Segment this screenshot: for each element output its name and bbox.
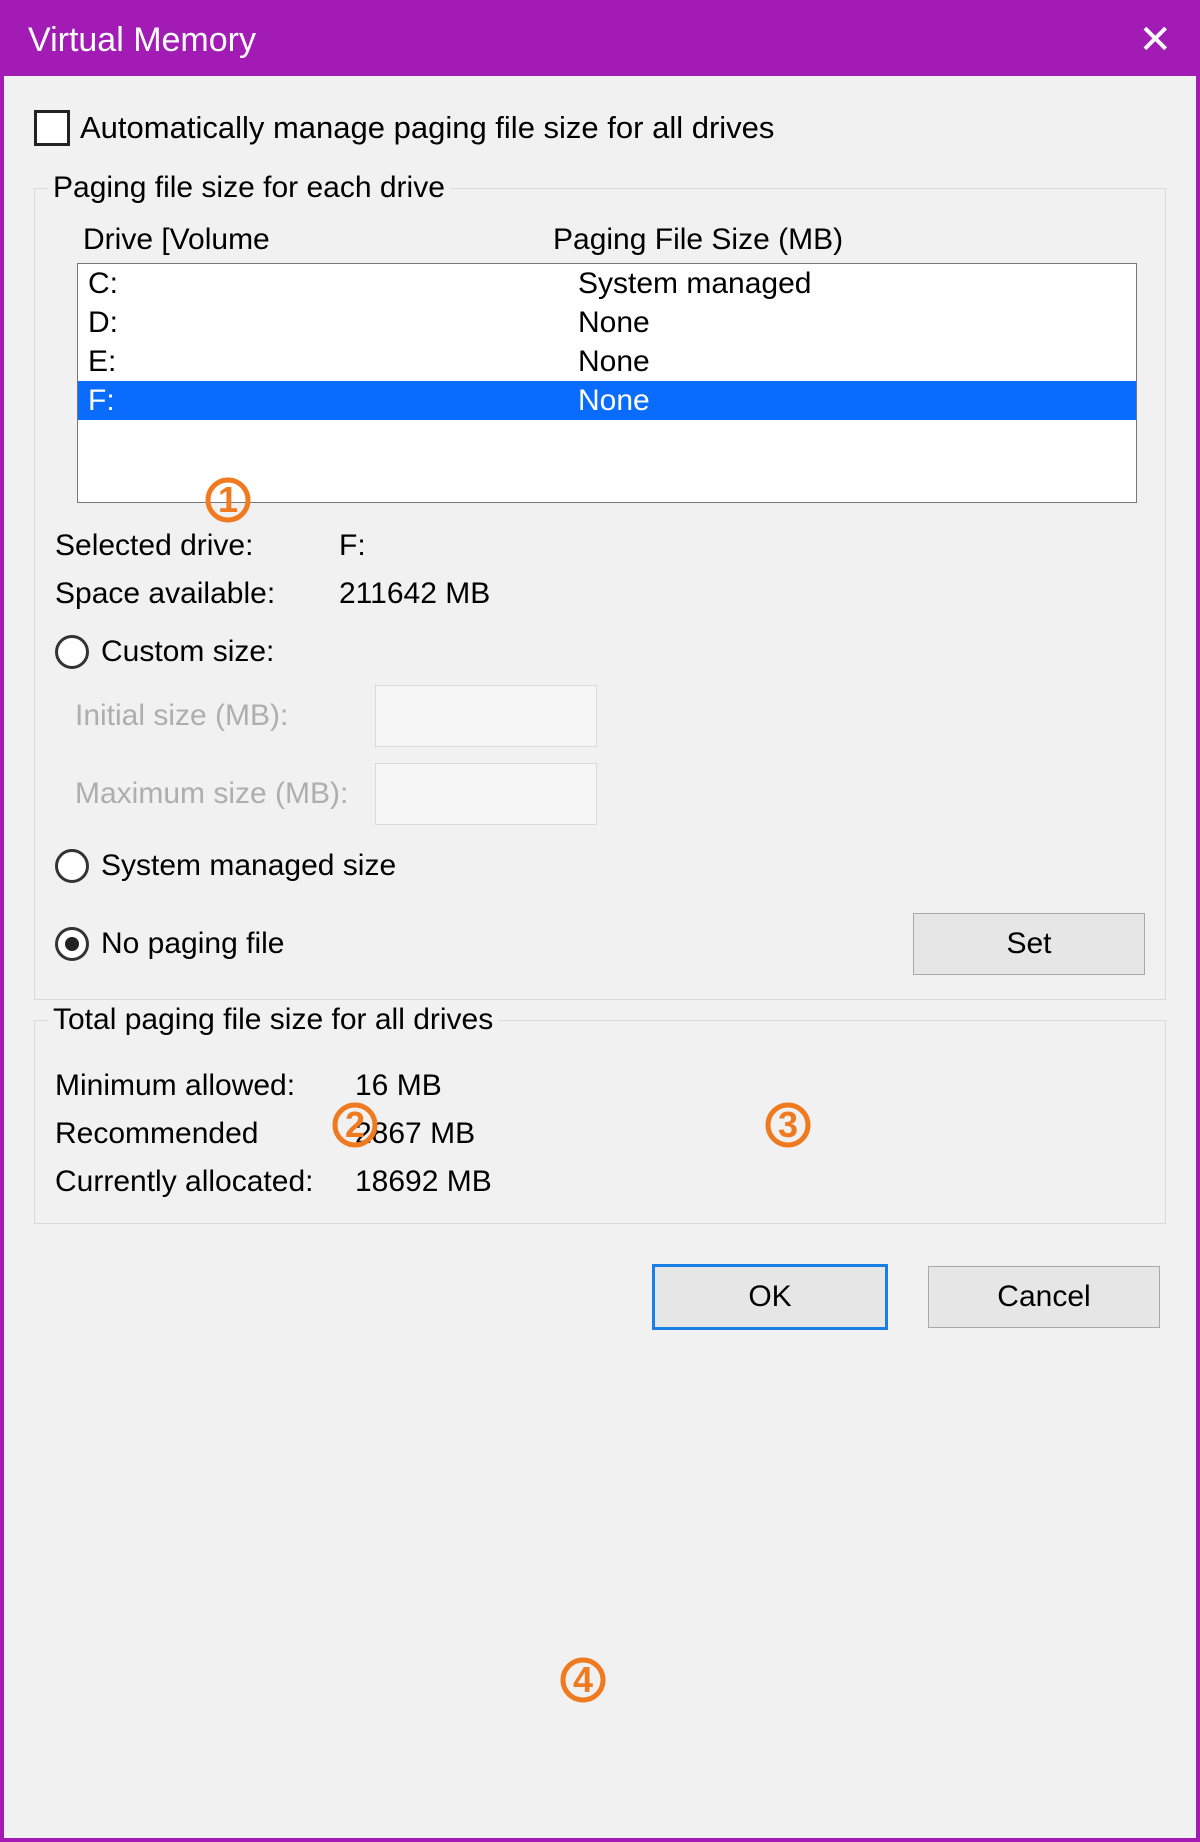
totals-legend: Total paging file size for all drives — [47, 1003, 499, 1037]
virtual-memory-dialog: Virtual Memory ✕ Automatically manage pa… — [0, 0, 1200, 1842]
minimum-value: 16 MB — [355, 1069, 442, 1103]
space-available-label: Space available: — [55, 577, 339, 611]
window-title: Virtual Memory — [28, 21, 256, 60]
current-label: Currently allocated: — [55, 1165, 355, 1199]
maximum-size-row: Maximum size (MB): — [55, 763, 1145, 825]
dialog-buttons: OK Cancel — [34, 1264, 1166, 1330]
selected-drive-row: Selected drive: F: — [55, 529, 1145, 563]
drive-header-size: Paging File Size (MB) — [553, 223, 1137, 257]
drive-cell-size: None — [578, 303, 1128, 342]
drive-cell-drive: E: — [88, 342, 578, 381]
ok-button[interactable]: OK — [652, 1264, 888, 1330]
drive-header-drive: Drive [Volume — [83, 223, 553, 257]
drive-cell-drive: C: — [88, 264, 578, 303]
minimum-row: Minimum allowed: 16 MB — [55, 1069, 1145, 1103]
drive-cell-size: System managed — [578, 264, 1128, 303]
auto-manage-checkbox[interactable] — [34, 110, 70, 146]
initial-size-label: Initial size (MB): — [75, 699, 375, 733]
drive-group-legend: Paging file size for each drive — [47, 171, 451, 205]
radio-custom[interactable] — [55, 635, 89, 669]
title-bar: Virtual Memory ✕ — [4, 4, 1196, 76]
radio-custom-label: Custom size: — [101, 635, 274, 669]
no-paging-and-set-row: No paging file Set — [55, 913, 1145, 975]
space-available-row: Space available: 211642 MB — [55, 577, 1145, 611]
drive-cell-size: None — [578, 381, 1128, 420]
radio-no-paging-label: No paging file — [101, 927, 284, 961]
radio-custom-row[interactable]: Custom size: — [55, 635, 1145, 669]
current-value: 18692 MB — [355, 1165, 492, 1199]
drive-cell-size: None — [578, 342, 1128, 381]
initial-size-row: Initial size (MB): — [55, 685, 1145, 747]
radio-system-managed-row[interactable]: System managed size — [55, 849, 1145, 883]
drive-row[interactable]: E: None — [78, 342, 1136, 381]
recommended-row: Recommended 2867 MB — [55, 1117, 1145, 1151]
drive-row[interactable]: C: System managed — [78, 264, 1136, 303]
maximum-size-input[interactable] — [375, 763, 597, 825]
set-button[interactable]: Set — [913, 913, 1145, 975]
current-row: Currently allocated: 18692 MB — [55, 1165, 1145, 1199]
radio-no-paging-row[interactable]: No paging file — [55, 927, 284, 961]
radio-no-paging[interactable] — [55, 927, 89, 961]
space-available-value: 211642 MB — [339, 577, 490, 611]
drive-cell-drive: F: — [88, 381, 578, 420]
maximum-size-label: Maximum size (MB): — [75, 777, 375, 811]
auto-manage-row: Automatically manage paging file size fo… — [34, 110, 1166, 146]
annotation-4-icon: 4 — [559, 1656, 607, 1704]
recommended-value: 2867 MB — [355, 1117, 475, 1151]
close-icon[interactable]: ✕ — [1138, 20, 1172, 60]
drive-group: Paging file size for each drive Drive [V… — [34, 188, 1166, 1000]
dialog-body: Automatically manage paging file size fo… — [4, 76, 1196, 1838]
selected-drive-value: F: — [339, 529, 366, 563]
radio-system-managed[interactable] — [55, 849, 89, 883]
radio-system-managed-label: System managed size — [101, 849, 396, 883]
selected-drive-label: Selected drive: — [55, 529, 339, 563]
annotation-4-label: 4 — [573, 1659, 593, 1701]
initial-size-input[interactable] — [375, 685, 597, 747]
minimum-label: Minimum allowed: — [55, 1069, 355, 1103]
drive-row[interactable]: F: None — [78, 381, 1136, 420]
recommended-label: Recommended — [55, 1117, 355, 1151]
drive-list-headers: Drive [Volume Paging File Size (MB) — [55, 223, 1145, 263]
auto-manage-label: Automatically manage paging file size fo… — [80, 110, 774, 146]
drive-row[interactable]: D: None — [78, 303, 1136, 342]
drive-list[interactable]: C: System managed D: None E: None F: Non… — [77, 263, 1137, 503]
cancel-button[interactable]: Cancel — [928, 1266, 1160, 1328]
drive-cell-drive: D: — [88, 303, 578, 342]
totals-group: Total paging file size for all drives Mi… — [34, 1020, 1166, 1224]
